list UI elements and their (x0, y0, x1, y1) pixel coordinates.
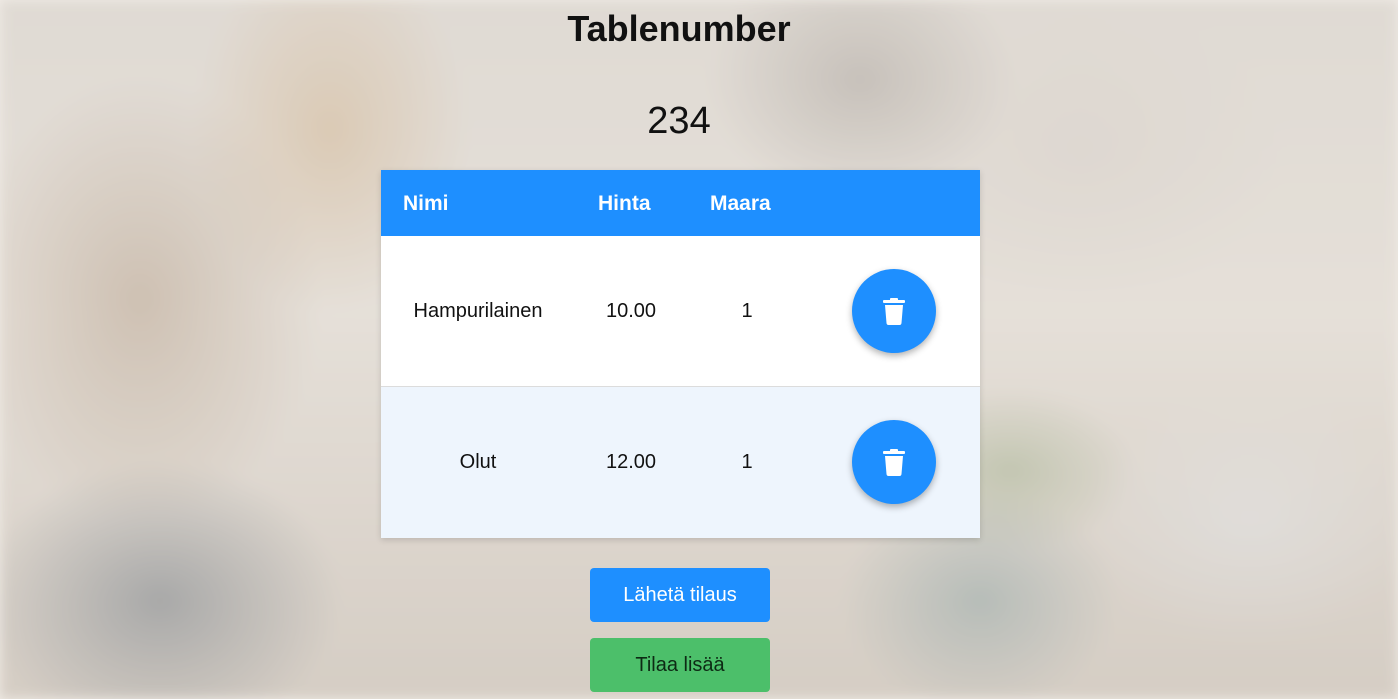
order-more-button[interactable]: Tilaa lisää (590, 638, 770, 692)
table-header: Nimi Hinta Maara (381, 170, 980, 236)
delete-item-button[interactable] (852, 420, 936, 504)
table-row: Olut 12.00 1 (381, 387, 980, 538)
item-name: Olut (459, 451, 497, 473)
table-number: 234 (647, 100, 711, 142)
column-header-name: Nimi (403, 192, 449, 215)
trash-icon (883, 297, 905, 325)
delete-item-button[interactable] (852, 269, 936, 353)
item-quantity: 1 (741, 451, 753, 473)
table-row: Hampurilainen 10.00 1 (381, 236, 980, 387)
column-header-quantity: Maara (710, 192, 771, 215)
send-order-button[interactable]: Lähetä tilaus (590, 568, 770, 622)
item-price: 12.00 (605, 451, 657, 473)
item-price: 10.00 (605, 299, 657, 322)
item-name: Hampurilainen (413, 299, 543, 322)
trash-icon (883, 448, 905, 476)
column-header-price: Hinta (598, 192, 651, 215)
item-quantity: 1 (741, 299, 753, 322)
order-table: Nimi Hinta Maara Hampurilainen 10.00 1 O… (381, 170, 980, 538)
page-title: Tablenumber (567, 8, 791, 49)
